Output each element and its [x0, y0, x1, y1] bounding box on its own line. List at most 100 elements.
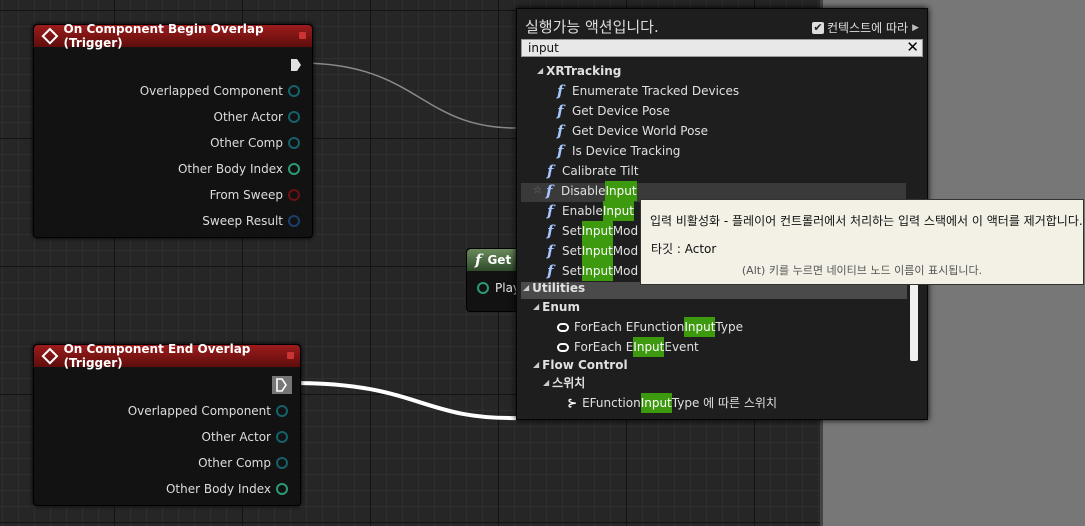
bool-pin-icon[interactable] [288, 189, 300, 201]
foreach-loop-icon [557, 342, 569, 352]
pin-label: Other Comp [198, 456, 271, 470]
action-label: Enable [562, 204, 603, 218]
action-label: Get Device Pose [572, 104, 670, 118]
object-pin-icon[interactable] [276, 431, 288, 443]
search-match: Input [640, 393, 672, 413]
object-pin-icon[interactable] [288, 111, 300, 123]
object-pin-icon[interactable] [288, 137, 300, 149]
action-label-suffix: Type [715, 320, 743, 334]
integer-pin-icon[interactable] [276, 483, 288, 495]
close-icon[interactable]: ✕ [906, 39, 919, 55]
search-match: Input [684, 317, 716, 337]
node-title: On Component End Overlap (Trigger) [63, 342, 251, 370]
collapse-triangle-icon[interactable]: ◢ [543, 373, 549, 393]
search-match: Input [602, 201, 634, 221]
action-label: Disable [560, 184, 606, 198]
category-label: XRTracking [546, 64, 622, 78]
action-label: Is Device Tracking [572, 144, 681, 158]
action-item-enable-input[interactable]: f Enable Input [547, 201, 634, 221]
chevron-right-icon[interactable]: ▶ [912, 23, 919, 33]
scrollbar-thumb[interactable] [910, 279, 918, 361]
pin-sweep-result[interactable]: Sweep Result [202, 214, 300, 228]
object-pin-icon[interactable] [276, 457, 288, 469]
integer-pin-icon[interactable] [288, 163, 300, 175]
category-switch[interactable]: ◢ 스위치 [543, 373, 585, 393]
action-label-suffix: Mod [612, 224, 639, 238]
pin-from-sweep[interactable]: From Sweep [210, 188, 300, 202]
action-item[interactable]: f Enumerate Tracked Devices [557, 81, 739, 101]
node-header[interactable]: On Component End Overlap (Trigger) [34, 342, 300, 370]
event-node-end-overlap[interactable]: On Component End Overlap (Trigger) Overl… [33, 342, 301, 506]
pin-label: From Sweep [209, 188, 283, 202]
search-match: Input [633, 337, 665, 357]
node-title: Get [487, 253, 512, 267]
action-item[interactable]: f Set Input Mod [547, 221, 638, 241]
pin-overlapped-component[interactable]: Overlapped Component [140, 84, 300, 98]
category-label: Enum [542, 300, 580, 314]
event-diamond-icon [41, 347, 59, 365]
object-pin-icon[interactable] [288, 85, 300, 97]
event-node-begin-overlap[interactable]: On Component Begin Overlap (Trigger) Ove… [33, 22, 313, 238]
action-item-foreach[interactable]: ForEach E Input Event [557, 337, 699, 357]
action-label: EFunction [582, 396, 641, 410]
context-sensitive-toggle[interactable]: ✔ 컨텍스트에 따라 ▶ [811, 19, 919, 36]
function-icon: f [547, 242, 554, 260]
exec-wire-begin[interactable] [299, 62, 521, 129]
node-header[interactable]: On Component Begin Overlap (Trigger) [34, 22, 312, 50]
star-icon[interactable]: ☆ [533, 181, 542, 201]
category-enum[interactable]: ◢ Enum [533, 297, 580, 317]
exec-wire-end[interactable] [292, 381, 521, 421]
category-utilities[interactable]: ◢ Utilities [523, 279, 585, 297]
category-xrtracking[interactable]: ◢ XRTracking [537, 61, 621, 81]
search-input[interactable]: input ✕ [521, 39, 923, 57]
action-item[interactable]: f Set Input Mod [547, 241, 638, 261]
function-icon: f [547, 162, 554, 180]
action-item[interactable]: f Calibrate Tilt [547, 161, 639, 181]
delegate-pin-icon[interactable] [287, 352, 294, 359]
collapse-triangle-icon[interactable]: ◢ [537, 61, 543, 81]
action-item[interactable]: f Get Device World Pose [557, 121, 708, 141]
search-match: Input [581, 261, 613, 281]
checkbox-checked-icon[interactable]: ✔ [811, 21, 824, 34]
pin-other-comp[interactable]: Other Comp [198, 456, 288, 470]
pin-other-body-index[interactable]: Other Body Index [166, 482, 288, 496]
search-match: Input [581, 221, 613, 241]
pin-overlapped-component[interactable]: Overlapped Component [128, 404, 288, 418]
action-item-foreach[interactable]: ForEach EFunction Input Type [557, 317, 743, 337]
function-icon: f [557, 102, 564, 120]
integer-pin-icon[interactable] [477, 282, 489, 294]
function-icon: f [547, 202, 554, 220]
struct-pin-icon[interactable] [288, 215, 300, 227]
action-label-suffix: Mod [612, 244, 639, 258]
action-label: Calibrate Tilt [562, 164, 639, 178]
tooltip: 입력 비활성화 - 플레이어 컨트롤러에서 처리하는 입력 스택에서 이 액터를… [640, 199, 1084, 285]
collapse-triangle-icon[interactable]: ◢ [523, 278, 529, 298]
action-label: ForEach EFunction [574, 320, 685, 334]
pin-label: Other Actor [201, 430, 271, 444]
menu-title: 실행가능 액션입니다. [525, 18, 659, 36]
pin-label: Other Body Index [177, 162, 283, 176]
action-label: Enumerate Tracked Devices [572, 84, 740, 98]
pin-label: Other Actor [213, 110, 283, 124]
pin-player-index[interactable]: Play [477, 281, 520, 295]
pin-label: Overlapped Component [127, 404, 271, 418]
exec-output-pin-icon[interactable] [272, 376, 292, 394]
delegate-pin-icon[interactable] [299, 32, 306, 39]
action-item[interactable]: f Is Device Tracking [557, 141, 680, 161]
action-label: Set [562, 224, 582, 238]
action-item-switch[interactable]: ⊱ EFunction Input Type 에 따른 스위치 [567, 393, 777, 413]
action-item[interactable]: f Get Device Pose [557, 101, 670, 121]
tooltip-hint: (Alt) 키를 누르면 네이티브 노드 이름이 표시됩니다. [741, 264, 983, 277]
pin-label: Sweep Result [202, 214, 283, 228]
pin-other-comp[interactable]: Other Comp [210, 136, 300, 150]
collapse-triangle-icon[interactable]: ◢ [533, 297, 539, 317]
pin-other-body-index[interactable]: Other Body Index [178, 162, 300, 176]
pin-other-actor[interactable]: Other Actor [202, 430, 288, 444]
object-pin-icon[interactable] [276, 405, 288, 417]
action-item-disable-input[interactable]: ☆ f Disable Input [533, 181, 637, 201]
pin-other-actor[interactable]: Other Actor [214, 110, 300, 124]
action-label: Set [562, 244, 582, 258]
exec-output-pin-icon[interactable] [290, 58, 302, 72]
category-flow-control[interactable]: ◢ Flow Control [533, 355, 628, 375]
collapse-triangle-icon[interactable]: ◢ [533, 355, 539, 375]
